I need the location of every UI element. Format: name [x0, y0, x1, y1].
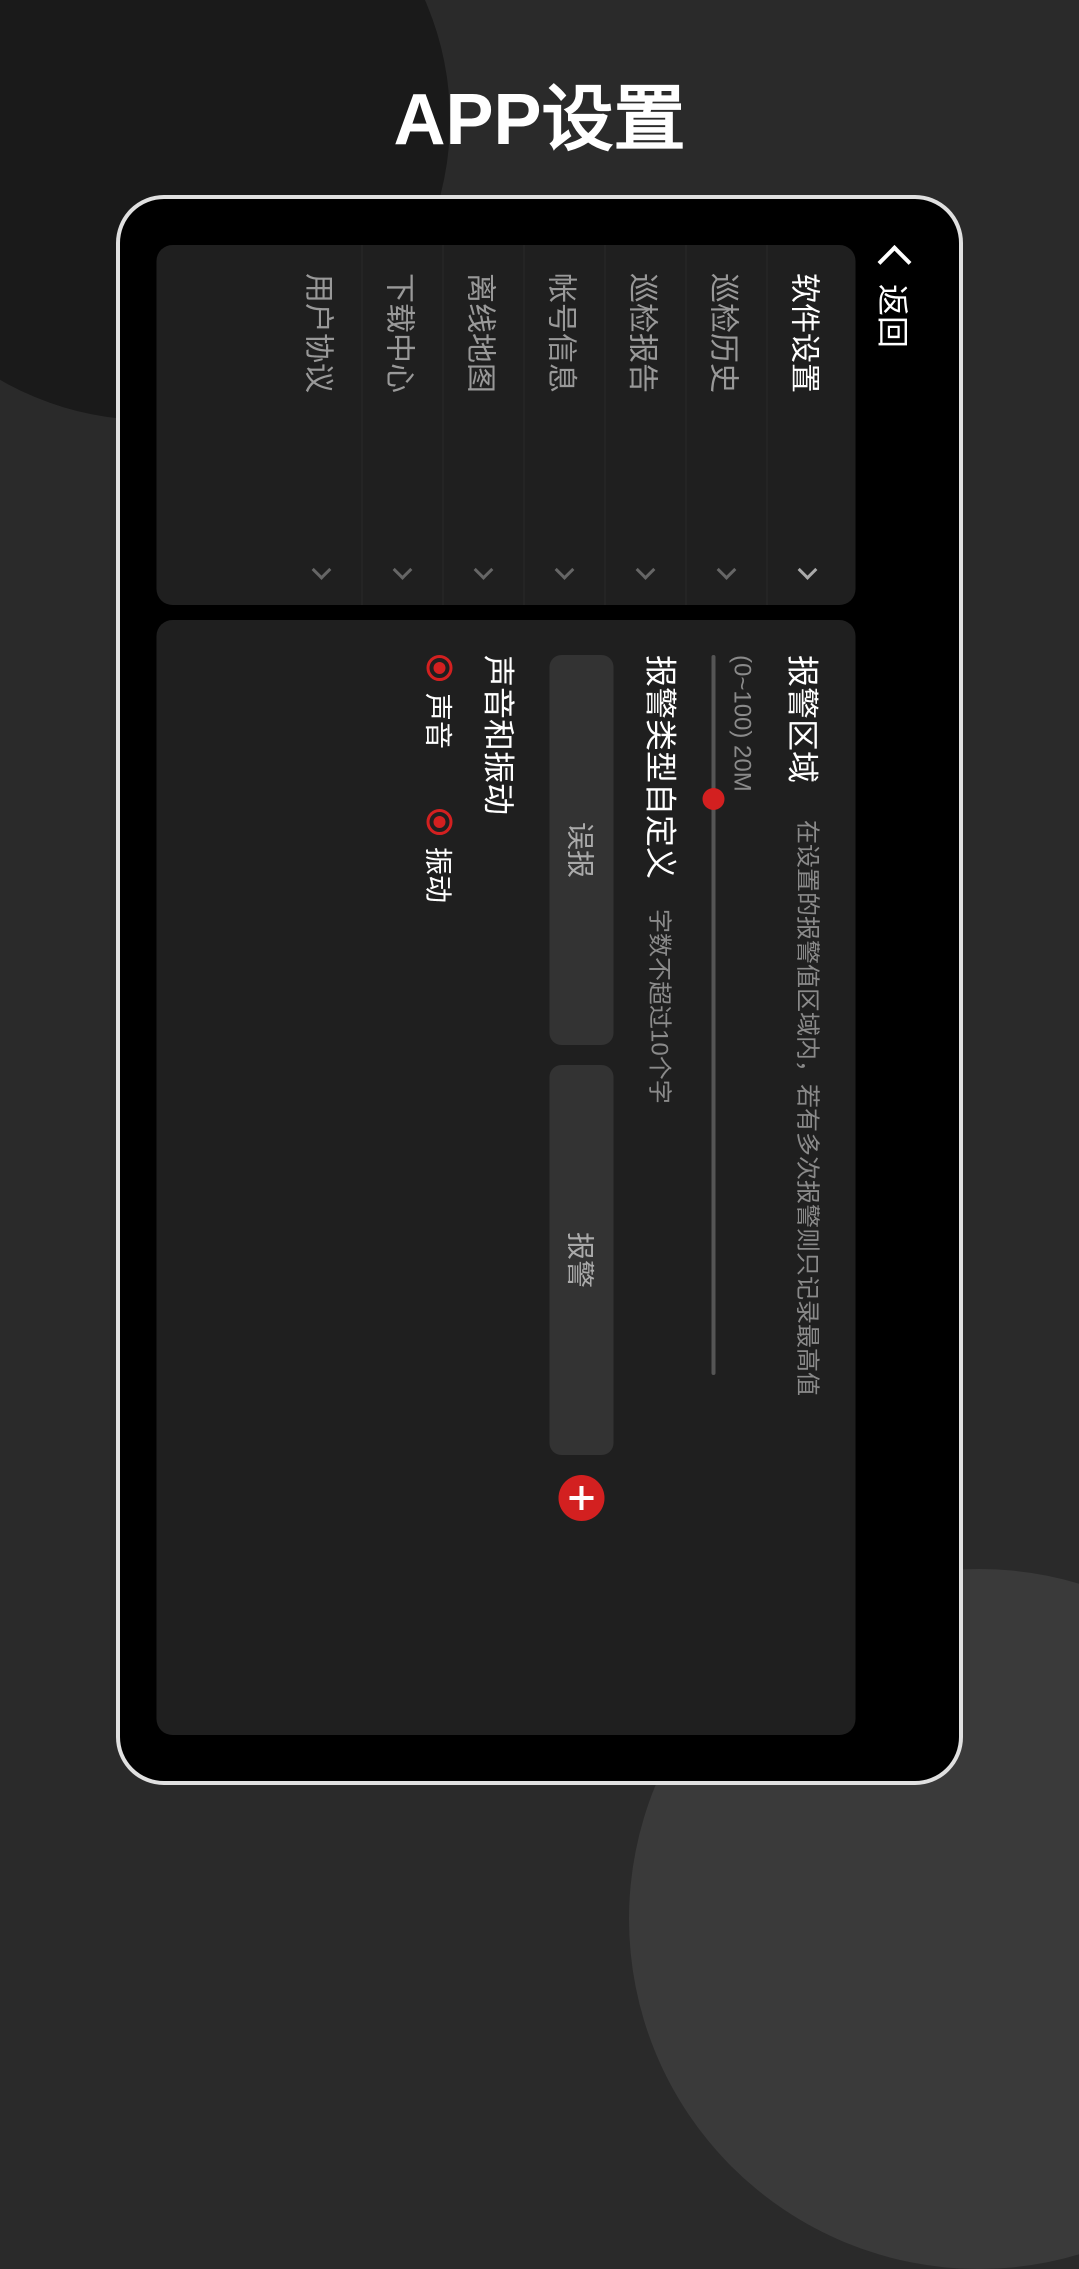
- sidebar-item-inspection-history[interactable]: 巡检历史: [685, 245, 766, 605]
- sidebar-item-label: 巡检历史: [704, 273, 748, 393]
- sidebar-item-label: 下载中心: [380, 273, 424, 393]
- chevron-right-icon: [797, 560, 817, 580]
- radio-dot-icon: [426, 655, 452, 681]
- sidebar-item-label: 用户协议: [299, 273, 343, 393]
- sidebar-item-software-settings[interactable]: 软件设置: [766, 245, 847, 605]
- sound-vibration-title: 声音和振动: [477, 655, 523, 1700]
- radio-label: 声音: [419, 693, 459, 749]
- chevron-right-icon: [473, 560, 493, 580]
- sidebar-item-label: 巡检报告: [623, 273, 667, 393]
- alarm-area-title: 报警区域: [781, 655, 827, 790]
- radio-dot-icon: [426, 809, 452, 835]
- radio-vibration[interactable]: 振动: [419, 809, 459, 903]
- chevron-right-icon: [554, 560, 574, 580]
- custom-type-input-1[interactable]: [549, 655, 613, 1045]
- chevron-right-icon: [716, 560, 736, 580]
- add-type-button[interactable]: [558, 1475, 604, 1521]
- chevron-right-icon: [635, 560, 655, 580]
- sidebar-item-label: 离线地图: [461, 273, 505, 393]
- sidebar-item-download-center[interactable]: 下载中心: [361, 245, 442, 605]
- sidebar: 软件设置 巡检历史 巡检报告 帐号信息: [156, 245, 855, 605]
- settings-content: 报警区域 在设置的报警值区域内，若有多次报警则只记录最高值 (0~100) 20…: [156, 620, 855, 1735]
- alarm-area-hint: 在设置的报警值区域内，若有多次报警则只记录最高值: [792, 820, 827, 1396]
- chevron-left-icon: [877, 245, 911, 279]
- radio-sound[interactable]: 声音: [419, 655, 459, 749]
- page-title: APP设置: [0, 60, 1079, 165]
- alarm-area-slider[interactable]: [711, 655, 715, 1375]
- slider-thumb[interactable]: [702, 788, 724, 810]
- slider-range-label: (0~100) 20M: [727, 655, 755, 1700]
- chevron-right-icon: [392, 560, 412, 580]
- sidebar-item-inspection-report[interactable]: 巡检报告: [604, 245, 685, 605]
- chevron-right-icon: [311, 560, 331, 580]
- back-button[interactable]: 返回: [865, 245, 923, 1735]
- sidebar-item-offline-map[interactable]: 离线地图: [442, 245, 523, 605]
- radio-label: 振动: [419, 847, 459, 903]
- sidebar-item-user-agreement[interactable]: 用户协议: [281, 245, 361, 605]
- sidebar-item-label: 帐号信息: [542, 273, 586, 393]
- sidebar-item-label: 软件设置: [785, 273, 829, 393]
- device-frame: 返回 软件设置 巡检历史 巡检报告: [116, 195, 963, 1785]
- custom-type-hint: 字数不超过10个字: [645, 909, 680, 1104]
- back-label: 返回: [871, 284, 917, 348]
- custom-type-title: 报警类型自定义: [639, 655, 685, 879]
- sidebar-item-account-info[interactable]: 帐号信息: [523, 245, 604, 605]
- custom-type-input-2[interactable]: [549, 1065, 613, 1455]
